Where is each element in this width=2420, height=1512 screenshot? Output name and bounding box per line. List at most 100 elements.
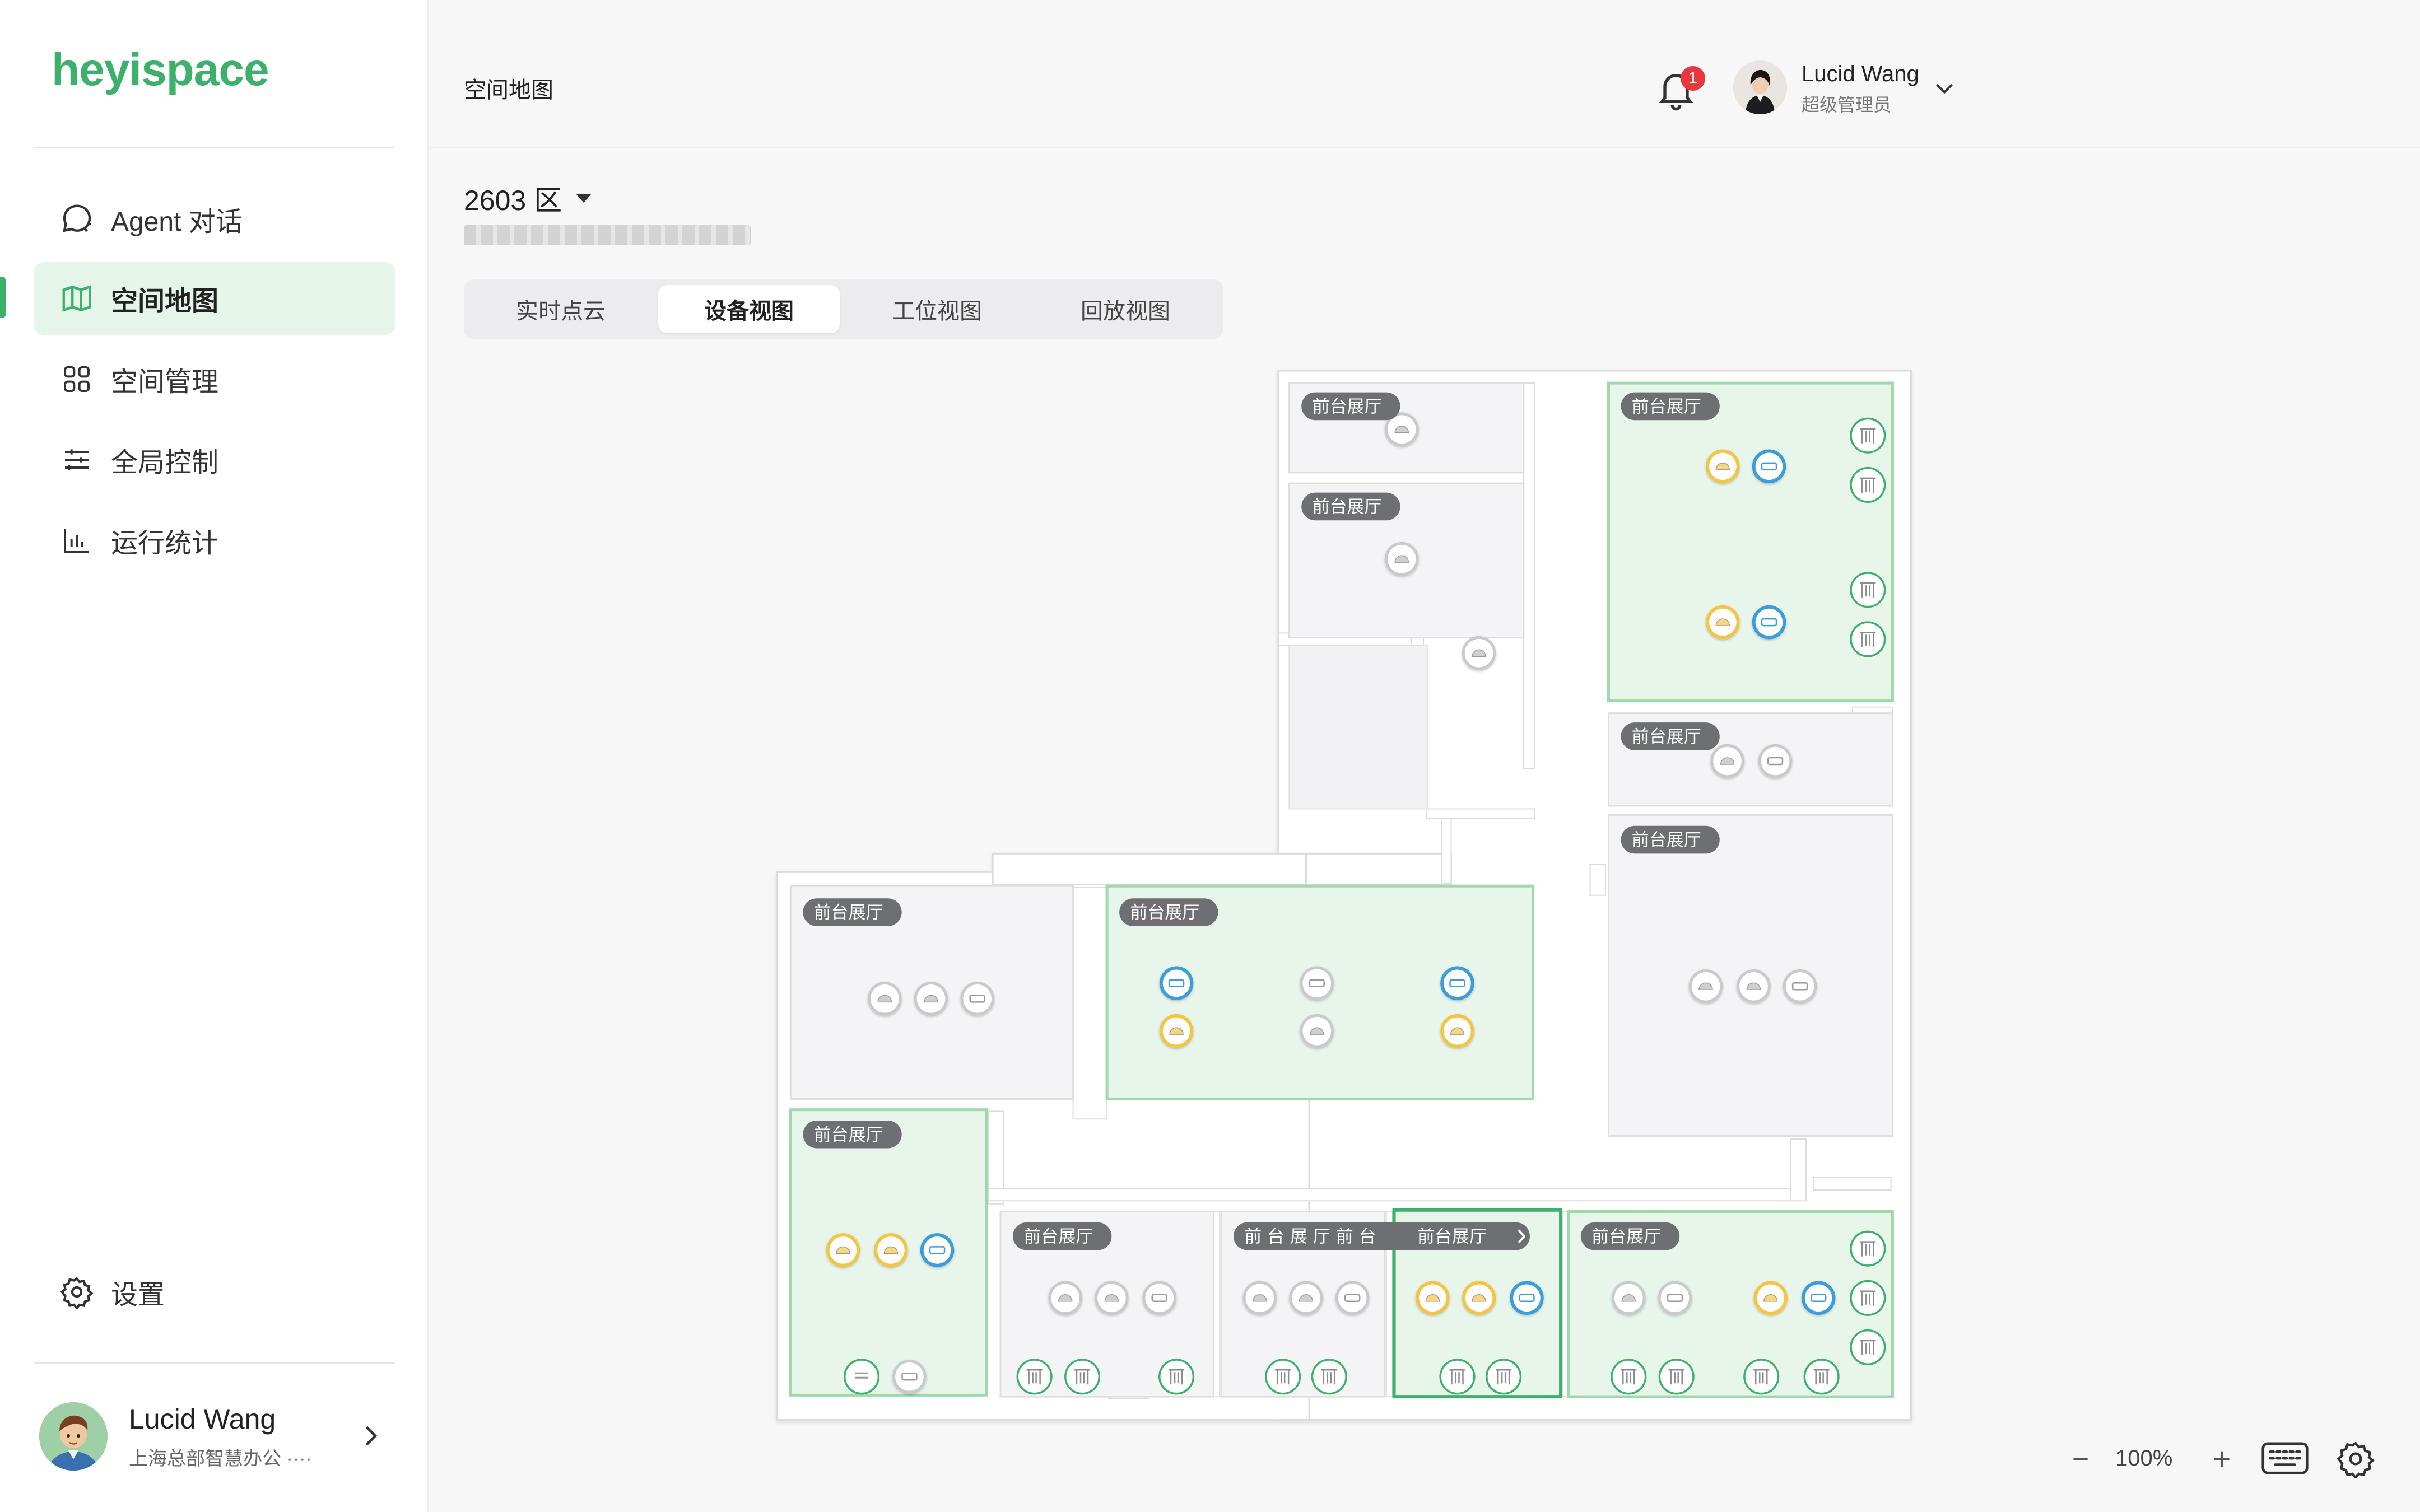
chevron-right-icon[interactable] bbox=[355, 1421, 385, 1451]
device-marker[interactable] bbox=[1385, 542, 1419, 576]
gear-icon bbox=[59, 1275, 94, 1309]
device-marker[interactable] bbox=[1300, 966, 1334, 1001]
floor-plan-map[interactable]: 前台展厅前台展厅前台展厅前台展厅前台展厅前台展厅 前台展厅前台展厅前台展厅前 台 … bbox=[767, 358, 1927, 1434]
device-marker[interactable] bbox=[1710, 744, 1744, 778]
room-label[interactable]: 前台展厅 bbox=[1301, 492, 1400, 521]
device-marker[interactable] bbox=[868, 982, 902, 1016]
device-marker[interactable] bbox=[1752, 449, 1786, 484]
room-3 bbox=[1607, 381, 1894, 703]
chevron-down-icon[interactable] bbox=[1932, 75, 1957, 101]
svg-text:前台展厅: 前台展厅 bbox=[1632, 830, 1701, 851]
room-label[interactable]: 前台展厅 bbox=[1621, 392, 1720, 421]
device-marker[interactable] bbox=[1416, 1281, 1450, 1315]
bar-chart-icon bbox=[59, 523, 94, 558]
header-user-name[interactable]: Lucid Wang bbox=[1802, 62, 1919, 87]
tab-device-view[interactable]: 设备视图 bbox=[658, 285, 840, 333]
device-marker[interactable] bbox=[1850, 417, 1886, 454]
active-nav-marker bbox=[0, 277, 6, 318]
device-marker[interactable] bbox=[1095, 1281, 1129, 1315]
device-marker[interactable] bbox=[1743, 1359, 1780, 1395]
device-marker[interactable] bbox=[1462, 636, 1496, 670]
device-marker[interactable] bbox=[1159, 1014, 1194, 1048]
device-marker[interactable] bbox=[1658, 1359, 1695, 1395]
zone-address-redacted bbox=[464, 225, 751, 245]
device-marker[interactable] bbox=[1440, 1014, 1474, 1048]
room-label[interactable]: 前台展厅 bbox=[1580, 1222, 1680, 1250]
room-label[interactable]: 前台展厅 bbox=[1119, 898, 1218, 926]
device-marker[interactable] bbox=[1850, 1280, 1886, 1316]
sidebar-item-settings[interactable]: 设置 bbox=[34, 1256, 395, 1328]
room-label[interactable]: 前台展厅 bbox=[1013, 1222, 1112, 1250]
device-marker[interactable] bbox=[1758, 744, 1793, 778]
device-marker[interactable] bbox=[1850, 621, 1886, 657]
tab-playback-view[interactable]: 回放视图 bbox=[1035, 285, 1216, 333]
device-marker[interactable] bbox=[1510, 1281, 1544, 1315]
device-marker[interactable] bbox=[1289, 1281, 1323, 1315]
device-marker[interactable] bbox=[1737, 969, 1771, 1004]
room-label[interactable]: 前台展厅 bbox=[803, 1120, 902, 1149]
device-marker[interactable] bbox=[920, 1233, 955, 1267]
device-marker[interactable] bbox=[1850, 1230, 1886, 1267]
sidebar-item-label: Agent 对话 bbox=[111, 207, 243, 237]
device-marker[interactable] bbox=[1064, 1359, 1101, 1395]
device-marker[interactable] bbox=[844, 1359, 880, 1395]
device-marker[interactable] bbox=[1658, 1281, 1692, 1315]
sidebar-item-space-map[interactable]: 空间地图 bbox=[34, 262, 395, 335]
keyboard-icon[interactable] bbox=[2260, 1440, 2310, 1476]
device-marker[interactable] bbox=[1801, 1281, 1836, 1315]
device-marker[interactable] bbox=[1850, 1329, 1886, 1366]
device-marker[interactable] bbox=[1158, 1359, 1195, 1395]
device-marker[interactable] bbox=[1803, 1359, 1840, 1395]
device-marker[interactable] bbox=[1850, 572, 1886, 608]
room-label[interactable]: 前台展厅 bbox=[803, 898, 902, 926]
device-marker[interactable] bbox=[914, 982, 948, 1016]
sliders-icon bbox=[59, 442, 94, 477]
device-marker[interactable] bbox=[1311, 1359, 1347, 1395]
device-marker[interactable] bbox=[1850, 466, 1886, 503]
device-marker[interactable] bbox=[1439, 1359, 1476, 1395]
device-marker[interactable] bbox=[1265, 1359, 1301, 1395]
device-marker[interactable] bbox=[1440, 966, 1474, 1001]
device-marker[interactable] bbox=[1611, 1359, 1647, 1395]
device-marker[interactable] bbox=[1242, 1281, 1277, 1315]
device-marker[interactable] bbox=[1142, 1281, 1177, 1315]
device-marker[interactable] bbox=[892, 1359, 927, 1394]
sidebar-item-statistics[interactable]: 运行统计 bbox=[34, 504, 395, 577]
room-label[interactable]: 前台展厅 bbox=[1621, 825, 1720, 854]
device-marker[interactable] bbox=[874, 1233, 908, 1267]
room-label[interactable]: 前台展厅 bbox=[1621, 722, 1720, 750]
device-marker[interactable] bbox=[1688, 969, 1723, 1004]
tab-workstation-view[interactable]: 工位视图 bbox=[846, 285, 1028, 333]
device-marker[interactable] bbox=[960, 982, 994, 1016]
zoom-in-button[interactable]: + bbox=[2208, 1440, 2235, 1476]
zoom-out-button[interactable]: − bbox=[2069, 1443, 2092, 1476]
avatar bbox=[39, 1402, 108, 1471]
avatar[interactable] bbox=[1733, 60, 1787, 114]
room-label[interactable]: 前台展厅 bbox=[1301, 392, 1400, 421]
zone-selector[interactable]: 2603 区 bbox=[464, 178, 592, 218]
device-marker[interactable] bbox=[826, 1233, 860, 1267]
room-label-selected[interactable]: 前台展厅 bbox=[1406, 1222, 1530, 1250]
sidebar-item-global-control[interactable]: 全局控制 bbox=[34, 423, 395, 496]
device-marker[interactable] bbox=[1752, 605, 1786, 640]
device-marker[interactable] bbox=[1159, 966, 1194, 1001]
sidebar-divider bbox=[34, 1362, 395, 1364]
tab-realtime-pointcloud[interactable]: 实时点云 bbox=[470, 285, 651, 333]
device-marker[interactable] bbox=[1706, 605, 1740, 640]
sidebar-item-agent-chat[interactable]: Agent 对话 bbox=[34, 183, 395, 255]
device-marker[interactable] bbox=[1335, 1281, 1370, 1315]
device-marker[interactable] bbox=[1462, 1281, 1496, 1315]
sidebar-item-space-management[interactable]: 空间管理 bbox=[34, 343, 395, 416]
map-settings-icon[interactable] bbox=[2336, 1439, 2375, 1480]
svg-text:前台展厅: 前台展厅 bbox=[1313, 497, 1382, 517]
device-marker[interactable] bbox=[1706, 449, 1740, 484]
device-marker[interactable] bbox=[1016, 1359, 1053, 1395]
sidebar-item-label: 全局控制 bbox=[111, 448, 219, 478]
device-marker[interactable] bbox=[1300, 1014, 1334, 1048]
device-marker[interactable] bbox=[1048, 1281, 1083, 1315]
sidebar-user-card[interactable]: Lucid Wang 上海总部智慧办公 ···· bbox=[34, 1380, 395, 1492]
device-marker[interactable] bbox=[1611, 1281, 1646, 1315]
device-marker[interactable] bbox=[1783, 969, 1817, 1004]
device-marker[interactable] bbox=[1486, 1359, 1522, 1395]
device-marker[interactable] bbox=[1753, 1281, 1788, 1315]
